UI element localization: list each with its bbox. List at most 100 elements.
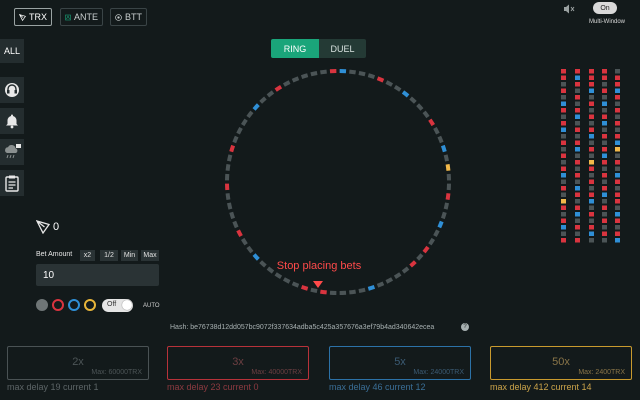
ring-segment — [225, 193, 231, 200]
double-bet-button[interactable]: x2 — [80, 250, 95, 261]
bet-option-5x-delay: max delay 46 current 12 — [329, 382, 426, 392]
history-cell — [561, 218, 566, 223]
sidebar-notifications-button[interactable] — [0, 108, 24, 134]
history-cell — [575, 114, 580, 119]
history-cell — [589, 173, 594, 178]
bet-option-2x[interactable]: 2x Max: 60000TRX — [7, 346, 149, 380]
gold-color-selector[interactable] — [84, 299, 96, 311]
hash-help-icon[interactable]: ? — [461, 323, 469, 331]
gray-color-selector[interactable] — [36, 299, 48, 311]
history-cell — [561, 134, 566, 139]
max-bet-button[interactable]: Max — [141, 250, 159, 261]
sidebar-tasks-button[interactable] — [0, 170, 24, 196]
history-cell — [575, 166, 580, 171]
ring-segment — [227, 154, 233, 162]
history-cell — [575, 75, 580, 80]
bet-option-3x-multiplier: 3x — [232, 356, 244, 368]
ring-segment — [229, 144, 236, 153]
min-bet-button[interactable]: Min — [121, 250, 138, 261]
history-cell — [575, 140, 580, 145]
half-bet-button[interactable]: 1/2 — [100, 250, 118, 261]
sidebar-support-button[interactable] — [0, 77, 24, 103]
history-cell — [602, 238, 607, 243]
history-cell — [589, 75, 594, 80]
bell-icon — [6, 114, 18, 129]
tab-btt[interactable]: BTT — [110, 8, 147, 26]
history-cell — [589, 231, 594, 236]
bet-option-5x[interactable]: 5x Max: 24000TRX — [329, 346, 471, 380]
bet-option-5x-max: Max: 24000TRX — [413, 369, 464, 376]
hash-text: Hash: be76738d12dd057bc9072f337634adba5c… — [170, 324, 435, 331]
bet-option-3x[interactable]: 3x Max: 40000TRX — [167, 346, 309, 380]
tab-trx[interactable]: TRX — [14, 8, 52, 26]
ring-segment — [376, 76, 385, 83]
history-cell — [615, 186, 620, 191]
ring-segment — [401, 90, 410, 98]
half-bet-label: 1/2 — [104, 252, 114, 259]
ring-segment — [367, 73, 376, 80]
history-cell — [589, 160, 594, 165]
history-cell — [575, 225, 580, 230]
history-cell — [602, 69, 607, 74]
history-cell — [575, 134, 580, 139]
history-cell — [602, 212, 607, 217]
bet-option-2x-delay: max delay 19 current 1 — [7, 382, 99, 392]
double-bet-label: x2 — [83, 252, 92, 259]
duel-mode-button[interactable]: DUEL — [319, 39, 366, 58]
history-cell — [561, 166, 566, 171]
bet-option-5x-multiplier: 5x — [394, 356, 406, 368]
max-bet-label: Max — [143, 252, 157, 259]
history-cell — [589, 205, 594, 210]
bet-option-50x[interactable]: 50x Max: 2400TRX — [490, 346, 632, 380]
multi-window-toggle[interactable]: On — [593, 2, 617, 14]
bet-option-2x-max: Max: 60000TRX — [91, 369, 142, 376]
history-cell — [602, 186, 607, 191]
ring-segment — [266, 266, 275, 274]
ring-segment — [246, 110, 254, 119]
history-cell — [589, 101, 594, 106]
sidebar-weather-button[interactable] — [0, 139, 24, 165]
history-cell — [615, 192, 620, 197]
history-cell — [575, 231, 580, 236]
sidebar-all-button[interactable]: ALL — [0, 39, 24, 63]
ring-segment — [376, 281, 385, 288]
history-cell — [615, 108, 620, 113]
history-cell — [602, 166, 607, 171]
history-cell — [575, 95, 580, 100]
history-cell — [589, 153, 594, 158]
history-cell — [561, 114, 566, 119]
ring-segment — [246, 245, 254, 254]
tab-ante-label: ANTE — [73, 12, 98, 22]
ring-segment — [440, 211, 447, 220]
ring-segment — [236, 126, 243, 135]
storm-cloud-icon — [5, 144, 21, 159]
history-cell — [602, 218, 607, 223]
tab-ante[interactable]: ANTE — [60, 8, 103, 26]
history-cell — [615, 225, 620, 230]
history-cell — [602, 147, 607, 152]
history-cell — [602, 121, 607, 126]
ring-segment — [232, 135, 239, 144]
ring-segment — [266, 90, 275, 98]
tron-balance-icon — [36, 220, 50, 234]
history-cell — [575, 153, 580, 158]
history-cell — [589, 179, 594, 184]
red-color-selector[interactable] — [52, 299, 64, 311]
history-cell — [615, 238, 620, 243]
bet-amount-input[interactable] — [36, 264, 159, 286]
auto-toggle[interactable]: Off — [102, 299, 133, 312]
ring-segment — [229, 211, 236, 220]
ring-segment — [416, 103, 424, 111]
speaker-mute-icon[interactable] — [563, 4, 575, 14]
history-cell — [589, 88, 594, 93]
blue-color-selector[interactable] — [68, 299, 80, 311]
history-cell — [602, 108, 607, 113]
ring-segment — [445, 164, 451, 171]
bet-amount-label: Bet Amount — [36, 251, 73, 258]
history-cell — [602, 231, 607, 236]
history-cell — [589, 166, 594, 171]
history-cell — [589, 140, 594, 145]
history-cell — [589, 192, 594, 197]
ring-segment — [291, 76, 300, 83]
ring-mode-button[interactable]: RING — [271, 39, 319, 58]
